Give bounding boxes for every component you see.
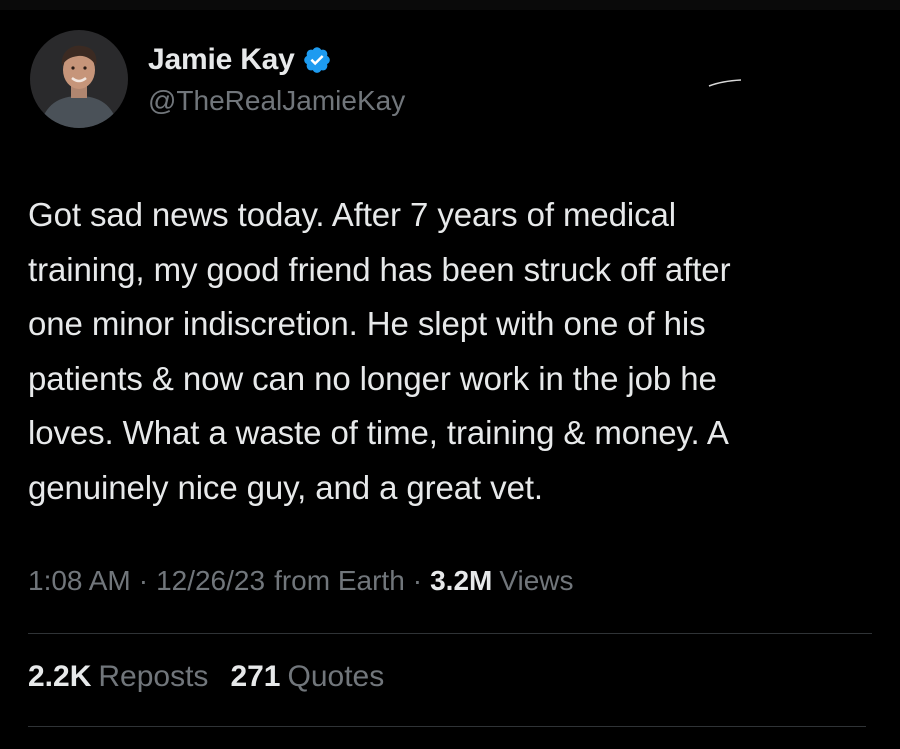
reposts-count: 2.2K (28, 660, 92, 693)
avatar[interactable] (30, 30, 128, 128)
engagement-stats: 2.2K Reposts 271 Quotes (28, 660, 406, 694)
author-handle[interactable]: @TheRealJamieKay (148, 85, 405, 117)
tweet-text: Got sad news today. After 7 years of med… (28, 196, 731, 506)
tweet-time[interactable]: 1:08 AM (28, 565, 131, 597)
tweet-date[interactable]: 12/26/23 (156, 565, 265, 597)
quotes-label: Quotes (287, 660, 385, 693)
reposts-label: Reposts (98, 660, 209, 693)
divider (28, 633, 872, 634)
author-name-row: Jamie Kay (148, 40, 332, 80)
scratch-mark (708, 79, 742, 87)
divider (28, 726, 866, 727)
tweet-meta: 1:08 AM · 12/26/23 from Earth · 3.2M Vie… (28, 565, 574, 597)
verified-badge-icon (302, 45, 332, 75)
top-edge-bar (0, 0, 900, 10)
meta-separator: · (412, 565, 423, 596)
quotes-stat[interactable]: 271 Quotes (230, 660, 384, 694)
quotes-count: 271 (230, 660, 281, 693)
views-count: 3.2M (430, 565, 493, 596)
meta-separator: · (138, 565, 149, 596)
author-display-name[interactable]: Jamie Kay (148, 43, 295, 77)
views-label: Views (499, 565, 574, 596)
tweet-source: from Earth (274, 565, 405, 596)
reposts-stat[interactable]: 2.2K Reposts (28, 660, 208, 694)
avatar-image (30, 30, 128, 128)
